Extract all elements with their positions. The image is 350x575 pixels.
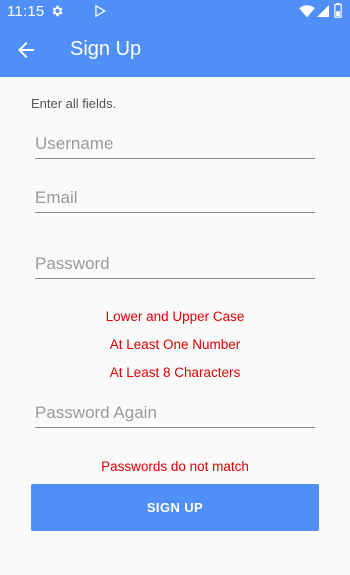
wifi-icon: [299, 5, 315, 18]
battery-icon: [334, 3, 342, 18]
password-input[interactable]: [35, 254, 315, 279]
password-rule-length: At Least 8 Characters: [109, 365, 241, 380]
status-bar: 11:15: [0, 0, 350, 24]
status-time: 11:15: [7, 3, 45, 20]
app-bar: 11:15 Sign Up: [0, 0, 350, 77]
back-arrow-icon[interactable]: [14, 38, 38, 62]
form-hint: Enter all fields.: [31, 96, 117, 111]
cell-signal-icon: [317, 5, 329, 17]
username-input[interactable]: [35, 134, 315, 159]
settings-icon: [52, 5, 63, 17]
password-rule-number: At Least One Number: [109, 337, 241, 352]
password-rule-case: Lower and Upper Case: [105, 309, 245, 324]
username-field-wrapper: [35, 134, 315, 159]
email-input[interactable]: [35, 188, 315, 213]
password-again-input[interactable]: [35, 403, 315, 428]
page-title: Sign Up: [70, 38, 142, 60]
password-again-field-wrapper: [35, 403, 315, 428]
sign-up-button[interactable]: SIGN UP: [31, 484, 319, 531]
password-field-wrapper: [35, 254, 315, 279]
password-mismatch-error: Passwords do not match: [101, 459, 249, 474]
play-store-icon: [95, 4, 106, 18]
email-field-wrapper: [35, 188, 315, 213]
